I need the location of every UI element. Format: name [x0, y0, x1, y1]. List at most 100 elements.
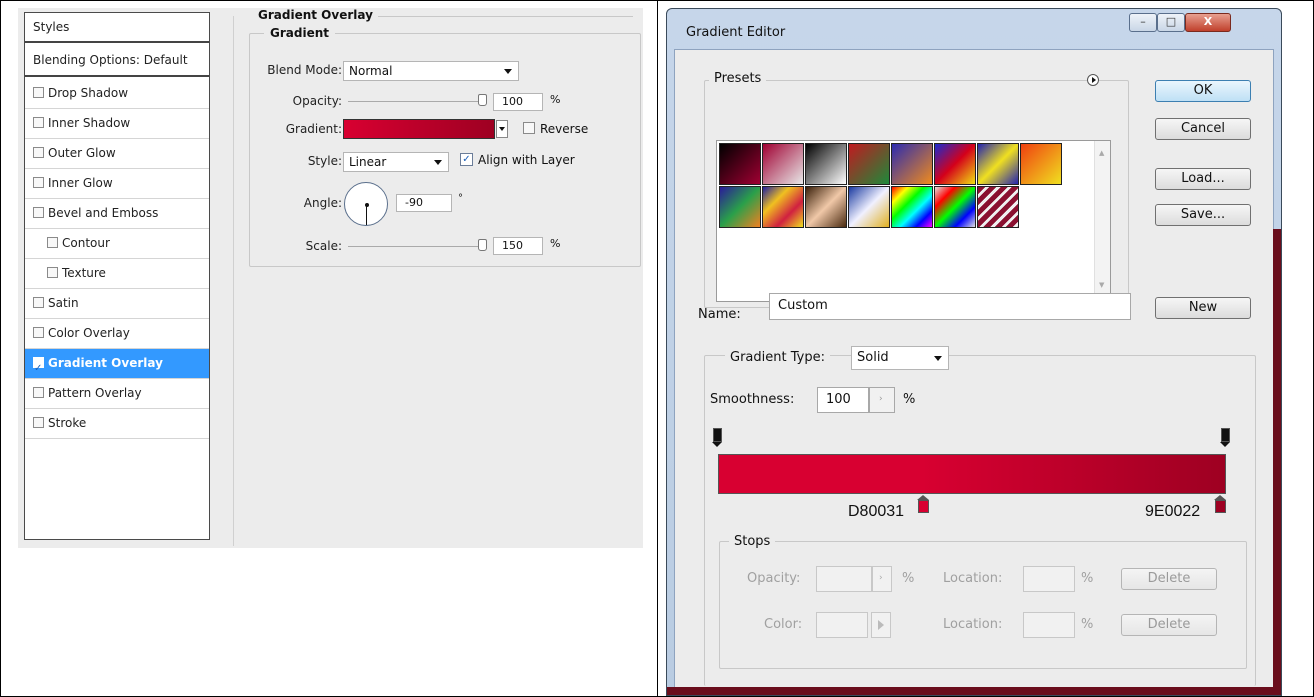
angle-unit: °	[458, 193, 463, 204]
preset-swatch[interactable]	[934, 186, 976, 228]
minimize-button[interactable]: –	[1129, 13, 1157, 32]
stops-color-menu-button[interactable]	[871, 612, 891, 638]
preset-swatch[interactable]	[848, 186, 890, 228]
stops-opacity-stepper[interactable]: ›	[872, 566, 892, 592]
new-button[interactable]: New	[1155, 297, 1251, 319]
name-input[interactable]: Custom	[769, 293, 1131, 320]
checkbox-icon[interactable]	[33, 207, 44, 218]
gradient-bar[interactable]	[718, 454, 1226, 494]
style-item[interactable]: Contour	[25, 229, 209, 259]
scale-slider-thumb[interactable]	[478, 239, 487, 251]
smoothness-input[interactable]: 100	[817, 387, 869, 413]
checkbox-icon[interactable]	[33, 297, 44, 308]
style-item-label: Bevel and Emboss	[48, 206, 159, 220]
preset-swatch[interactable]	[762, 186, 804, 228]
style-item-label: Stroke	[48, 416, 87, 430]
stepper-arrow-icon: ›	[879, 573, 883, 583]
color-stop-right[interactable]	[1214, 495, 1226, 513]
style-item[interactable]: Drop Shadow	[25, 79, 209, 109]
scale-input[interactable]: 150	[493, 237, 543, 255]
new-label: New	[1188, 300, 1218, 315]
style-select[interactable]: Linear	[343, 152, 449, 172]
presets-menu-button[interactable]	[1087, 74, 1099, 86]
opacity-unit: %	[550, 93, 561, 106]
checkbox-icon[interactable]	[33, 147, 44, 158]
ok-button[interactable]: OK	[1155, 80, 1251, 102]
save-button[interactable]: Save...	[1155, 204, 1251, 226]
preset-swatch[interactable]	[805, 186, 847, 228]
checkbox-icon[interactable]	[47, 237, 58, 248]
blend-mode-label: Blend Mode:	[267, 63, 342, 77]
style-item[interactable]: Color Overlay	[25, 319, 209, 349]
checkbox-icon[interactable]	[33, 387, 44, 398]
preset-swatch[interactable]	[891, 186, 933, 228]
opacity-label: Opacity:	[292, 94, 342, 108]
angle-label: Angle:	[303, 196, 342, 210]
delete-opacity-stop-button[interactable]: Delete	[1121, 568, 1217, 590]
angle-input[interactable]: -90	[396, 194, 452, 212]
scroll-up-icon: ▲	[1099, 149, 1105, 157]
checkbox-icon[interactable]	[33, 417, 44, 428]
style-item[interactable]: Stroke	[25, 409, 209, 439]
styles-header[interactable]: Styles	[25, 13, 209, 43]
delete-color-stop-button[interactable]: Delete	[1121, 614, 1217, 636]
style-item[interactable]: Texture	[25, 259, 209, 289]
preset-swatch[interactable]	[977, 186, 1019, 228]
background-canvas-strip-bottom	[667, 687, 1281, 695]
checkbox-icon[interactable]	[33, 87, 44, 98]
checkbox-icon[interactable]	[47, 267, 58, 278]
angle-value: -90	[405, 196, 423, 209]
styles-header-label: Styles	[33, 20, 70, 34]
preset-swatch[interactable]	[977, 143, 1019, 185]
preset-swatch[interactable]	[891, 143, 933, 185]
color-stop-icon	[1215, 500, 1226, 513]
style-item[interactable]: Pattern Overlay	[25, 379, 209, 409]
checkbox-icon[interactable]	[33, 117, 44, 128]
preset-swatch[interactable]	[934, 143, 976, 185]
style-item[interactable]: Bevel and Emboss	[25, 199, 209, 229]
cancel-button[interactable]: Cancel	[1155, 118, 1251, 140]
reverse-checkbox[interactable]	[523, 122, 535, 134]
checkbox-icon[interactable]	[33, 327, 44, 338]
style-item[interactable]: Gradient Overlay	[25, 349, 209, 383]
style-item[interactable]: Satin	[25, 289, 209, 319]
smoothness-stepper[interactable]: ›	[869, 387, 895, 413]
preset-swatch[interactable]	[805, 143, 847, 185]
align-with-layer-label: Align with Layer	[478, 153, 575, 167]
maximize-button[interactable]: □	[1157, 13, 1185, 32]
preset-swatch[interactable]	[1020, 143, 1062, 185]
blend-mode-select[interactable]: Normal	[343, 61, 519, 81]
stops-color-swatch[interactable]	[816, 612, 868, 638]
angle-dial[interactable]	[344, 182, 388, 226]
style-item[interactable]: Inner Shadow	[25, 109, 209, 139]
opacity-stop-right[interactable]	[1220, 428, 1230, 447]
opacity-stop-left[interactable]	[712, 428, 722, 447]
color-stop-left[interactable]	[917, 495, 929, 513]
style-item[interactable]: Outer Glow	[25, 139, 209, 169]
scale-slider-track[interactable]	[348, 246, 486, 247]
gradient-preview[interactable]	[343, 119, 495, 139]
preset-swatch[interactable]	[762, 143, 804, 185]
blending-options-label: Blending Options: Default	[33, 53, 188, 67]
gradient-dropdown-button[interactable]	[496, 120, 508, 138]
preset-swatch[interactable]	[848, 143, 890, 185]
opacity-slider-thumb[interactable]	[478, 94, 487, 106]
preset-swatch[interactable]	[719, 143, 761, 185]
style-item[interactable]: Inner Glow	[25, 169, 209, 199]
presets-scrollbar[interactable]: ▲ ▼	[1094, 141, 1110, 300]
opacity-input[interactable]: 100	[493, 93, 543, 111]
gradient-type-select[interactable]: Solid	[851, 346, 949, 370]
opacity-slider-track[interactable]	[348, 101, 486, 102]
checkbox-checked-icon[interactable]	[33, 354, 44, 383]
checkbox-icon[interactable]	[33, 177, 44, 188]
preset-swatch[interactable]	[719, 186, 761, 228]
stops-color-location-input[interactable]	[1023, 612, 1075, 638]
presets-label: Presets	[709, 71, 767, 86]
blending-options-item[interactable]: Blending Options: Default	[25, 45, 209, 77]
load-button[interactable]: Load...	[1155, 168, 1251, 190]
align-with-layer-checkbox[interactable]: ✓	[460, 153, 473, 166]
scale-label: Scale:	[305, 239, 342, 253]
stops-opacity-location-input[interactable]	[1023, 566, 1075, 592]
stops-opacity-input[interactable]	[816, 566, 872, 592]
close-button[interactable]: X	[1185, 13, 1231, 32]
